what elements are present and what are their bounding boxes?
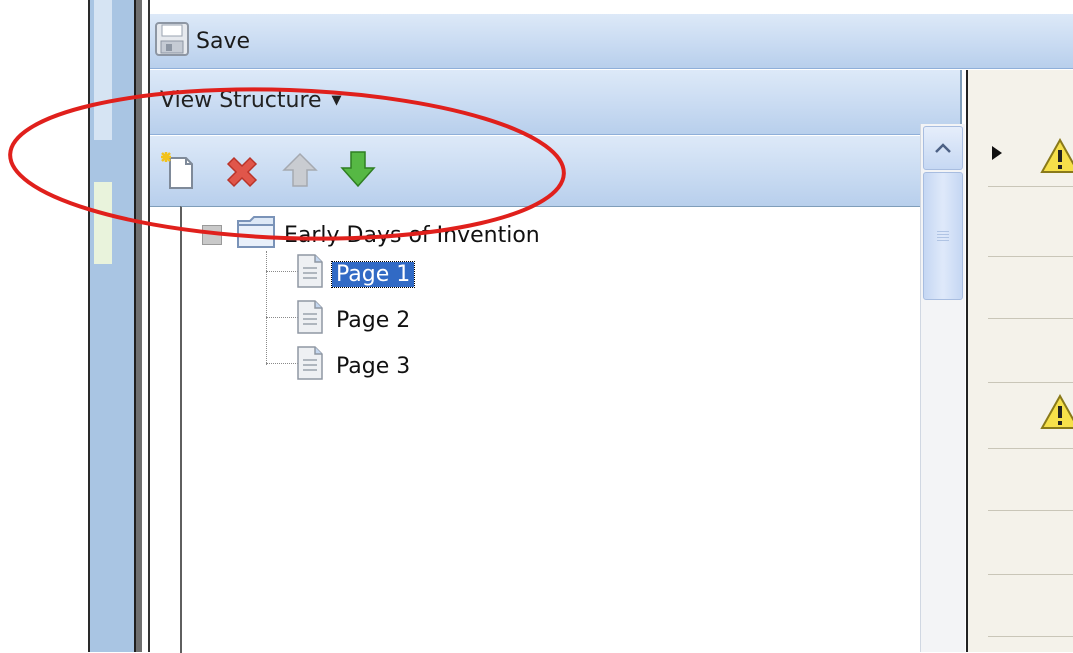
left-margin [0, 0, 88, 652]
tree-item-label: Page 2 [336, 307, 411, 333]
warning-icon [1040, 137, 1073, 178]
tree-scrollbar[interactable] [920, 124, 965, 652]
page-icon [296, 345, 324, 387]
tree-connector [266, 363, 298, 364]
tree-item-page-3[interactable]: Page 3 [296, 345, 410, 387]
row-divider [988, 256, 1073, 257]
tree-root[interactable]: Early Days of Invention [202, 215, 540, 255]
row-divider [988, 186, 1073, 187]
row-divider [988, 382, 1073, 383]
view-structure-bar: View Structure ▼ [150, 70, 962, 135]
save-label: Save [196, 28, 251, 54]
tree-item-page-1[interactable]: Page 1 [296, 253, 416, 295]
row-divider [988, 636, 1073, 637]
view-structure-label: View Structure [160, 88, 322, 113]
tree-connector [266, 271, 298, 272]
warning-icon [1040, 393, 1073, 434]
sidebar-highlight [94, 0, 112, 140]
new-page-icon [156, 152, 200, 196]
floppy-disk-icon [154, 21, 190, 61]
move-up-button[interactable] [278, 148, 322, 192]
delete-x-icon [220, 156, 264, 196]
structure-toolbar [150, 136, 920, 207]
structure-tree: Early Days of Invention Page 1 Page 2 Pa… [180, 206, 922, 653]
move-down-button[interactable] [336, 148, 380, 192]
folder-icon [236, 215, 276, 255]
new-page-button[interactable] [156, 148, 200, 192]
grip-icon [937, 231, 949, 241]
tree-item-page-2[interactable]: Page 2 [296, 299, 410, 341]
tree-connector [266, 317, 298, 318]
scroll-thumb[interactable] [923, 172, 963, 300]
page-icon [296, 299, 324, 341]
save-toolbar: Save [150, 14, 1073, 69]
delete-button[interactable] [220, 148, 264, 192]
save-button[interactable]: Save [154, 21, 251, 61]
row-divider [988, 318, 1073, 319]
row-divider [988, 574, 1073, 575]
arrow-up-icon [278, 152, 322, 196]
page-icon [296, 253, 324, 295]
play-arrow-icon [990, 144, 1004, 166]
row-divider [988, 448, 1073, 449]
left-sidebar-strip [88, 0, 136, 652]
row-divider [988, 510, 1073, 511]
tree-connector [266, 251, 267, 365]
caret-down-icon: ▼ [331, 93, 342, 108]
tree-root-label: Early Days of Invention [284, 222, 540, 248]
scroll-up-button[interactable] [923, 126, 963, 170]
tree-item-label: Page 1 [330, 260, 416, 288]
right-pane [966, 70, 1073, 652]
sidebar-green-marker [94, 182, 112, 264]
chevron-up-icon [934, 139, 952, 158]
arrow-down-icon [336, 151, 380, 196]
view-structure-dropdown[interactable]: View Structure ▼ [160, 88, 342, 113]
panel-border [142, 0, 150, 652]
tree-item-label: Page 3 [336, 353, 411, 379]
collapse-toggle[interactable] [202, 225, 222, 245]
